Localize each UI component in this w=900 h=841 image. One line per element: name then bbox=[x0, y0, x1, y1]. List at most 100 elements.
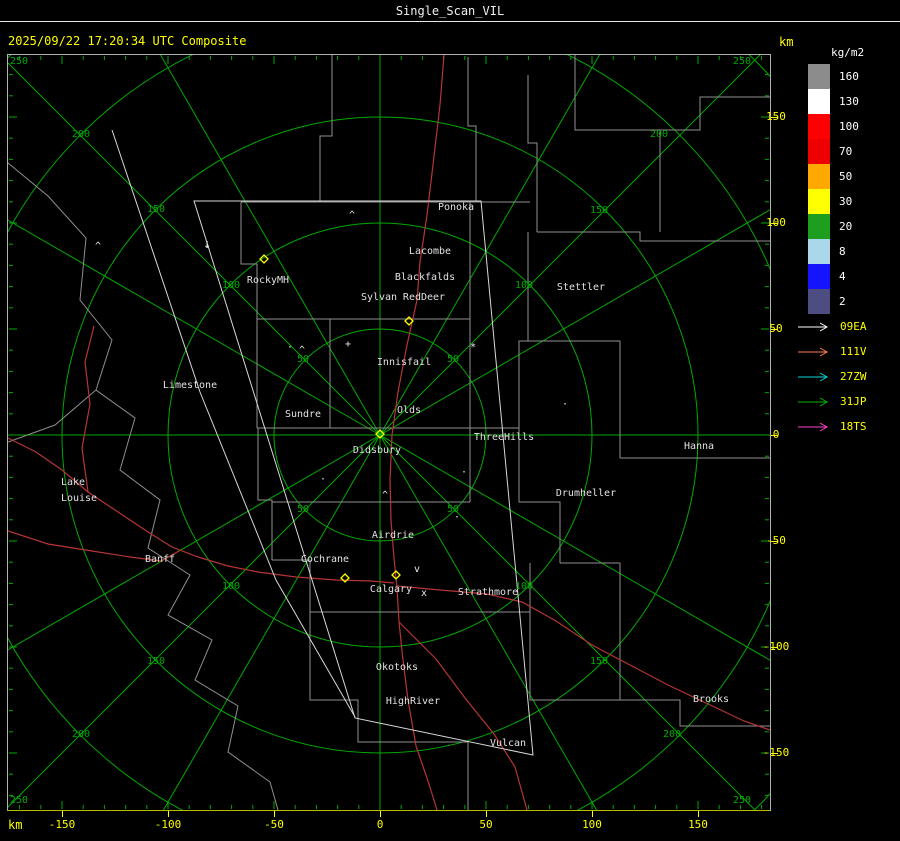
point-symbol: ^ bbox=[299, 345, 305, 356]
colorbar-swatch bbox=[808, 264, 830, 289]
city-label: Ponoka bbox=[438, 202, 474, 213]
bottom-axis-label: -50 bbox=[264, 818, 284, 831]
city-label: Lake bbox=[61, 477, 85, 488]
range-label: 100 bbox=[515, 280, 533, 291]
right-axis-label: -50 bbox=[766, 534, 786, 547]
colorbar-units: kg/m2 bbox=[831, 46, 865, 59]
legend-entry: 09EA bbox=[797, 314, 867, 339]
arrow-icon bbox=[798, 347, 829, 356]
county-boundary bbox=[8, 389, 97, 443]
county-boundary bbox=[527, 75, 538, 232]
city-label: HighRiver bbox=[386, 696, 440, 707]
colorbar-value: 160 bbox=[839, 70, 859, 83]
city-label: Didsbury bbox=[353, 445, 401, 456]
bottom-axis-tick bbox=[274, 811, 275, 817]
city-label: Okotoks bbox=[376, 662, 418, 673]
legend-site-id: 09EA bbox=[840, 320, 867, 333]
scan-coverage-outline bbox=[193, 200, 534, 756]
city-label: Innisfail bbox=[377, 357, 431, 368]
city-label: Lacombe bbox=[409, 246, 451, 257]
county-boundary bbox=[8, 162, 279, 810]
highway-line bbox=[396, 585, 770, 731]
colorbar-entry: 70 bbox=[808, 139, 859, 164]
county-boundary bbox=[537, 231, 770, 242]
colorbar-value: 70 bbox=[839, 145, 853, 158]
app-window: Single_Scan_VIL 2025/09/22 17:20:34 UTC … bbox=[0, 0, 900, 841]
colorbar-swatch bbox=[808, 239, 830, 264]
bottom-axis-label: 0 bbox=[376, 818, 384, 831]
range-label: 200 bbox=[72, 729, 90, 740]
legend-site-id: 111V bbox=[840, 345, 867, 358]
azimuth-line bbox=[379, 55, 600, 436]
point-symbol: · bbox=[320, 474, 326, 485]
bottom-axis-tick bbox=[380, 811, 381, 817]
arrow-icon bbox=[798, 372, 829, 381]
colorbar-entry: 50 bbox=[808, 164, 859, 189]
legend-entry: 27ZW bbox=[797, 364, 867, 389]
point-symbol: * bbox=[470, 342, 476, 353]
point-symbol: ^ bbox=[349, 210, 355, 221]
bottom-axis-tick bbox=[62, 811, 63, 817]
city-label: Calgary bbox=[370, 584, 412, 595]
city-label: Louise bbox=[61, 493, 97, 504]
colorbar-swatch bbox=[808, 114, 830, 139]
radar-svg[interactable]: 25020015010025020015010050 5050 5010015020… bbox=[8, 55, 770, 810]
colorbar-swatch bbox=[808, 214, 830, 239]
legend-entry: 18TS bbox=[797, 414, 867, 439]
azimuth-line bbox=[162, 434, 381, 810]
point-symbol: x bbox=[421, 588, 427, 599]
colorbar-entry: 30 bbox=[808, 189, 859, 214]
city-label: Sylvan bbox=[361, 292, 397, 303]
bottom-axis-unit: km bbox=[8, 818, 23, 832]
bottom-axis-label: 150 bbox=[688, 818, 708, 831]
legend-site-id: 31JP bbox=[840, 395, 867, 408]
county-boundary bbox=[518, 428, 561, 563]
county-boundary bbox=[467, 57, 477, 201]
city-label: Stettler bbox=[557, 282, 605, 293]
radar-display[interactable]: 250 200 150 100 250 200 150 100 50 50 50 50 100 150 20… bbox=[7, 54, 771, 811]
point-symbol: · bbox=[461, 467, 467, 478]
colorbar-entry: 100 bbox=[808, 114, 859, 139]
range-label: 150 bbox=[590, 656, 608, 667]
legend-site-id: 18TS bbox=[840, 420, 867, 433]
colorbar-value: 30 bbox=[839, 195, 853, 208]
city-label: Brooks bbox=[693, 694, 729, 705]
colorbar-swatch bbox=[808, 89, 830, 114]
highway-line bbox=[398, 621, 528, 810]
point-symbol: ^ bbox=[382, 490, 388, 501]
range-label: 100 bbox=[222, 581, 240, 592]
range-label: 250 bbox=[10, 795, 28, 806]
range-label: 50 bbox=[447, 354, 459, 365]
right-axis-unit: km bbox=[779, 35, 794, 49]
point-symbol: ^ bbox=[95, 241, 101, 252]
city-label: Drumheller bbox=[556, 488, 616, 499]
county-boundary bbox=[272, 559, 311, 612]
storm-track-legend: 09EA 111V 27ZW 31JP 18TS bbox=[797, 314, 867, 439]
point-symbol: + bbox=[345, 339, 351, 350]
range-label: 150 bbox=[590, 205, 608, 216]
arrow-icon bbox=[798, 322, 829, 331]
colorbar-entry: 130 bbox=[808, 89, 859, 114]
arrow-icon bbox=[798, 397, 829, 406]
range-label: 250 bbox=[733, 56, 751, 67]
city-label: Vulcan bbox=[490, 738, 526, 749]
colorbar-value: 20 bbox=[839, 220, 853, 233]
county-boundary bbox=[319, 55, 333, 202]
right-axis-label: 50 bbox=[769, 322, 783, 335]
city-label: Blackfalds bbox=[395, 272, 455, 283]
city-label: Airdrie bbox=[372, 530, 414, 541]
city-label: RockyMH bbox=[247, 275, 289, 286]
point-symbol: · bbox=[562, 399, 568, 410]
range-label: 150 bbox=[147, 204, 165, 215]
colorbar-swatch bbox=[808, 164, 830, 189]
colorbar-entry: 8 bbox=[808, 239, 859, 264]
titlebar: Single_Scan_VIL bbox=[0, 4, 900, 18]
azimuth-line bbox=[379, 434, 598, 810]
right-axis-label: 0 bbox=[772, 428, 780, 441]
colorbar-value: 50 bbox=[839, 170, 853, 183]
city-label: Olds bbox=[397, 405, 421, 416]
right-axis-label: -150 bbox=[762, 746, 790, 759]
range-label: 50 bbox=[297, 504, 309, 515]
colorbar: 160 130 100 70 50 30 20 8 4 2 bbox=[808, 64, 859, 314]
bottom-axis-label: -150 bbox=[48, 818, 76, 831]
